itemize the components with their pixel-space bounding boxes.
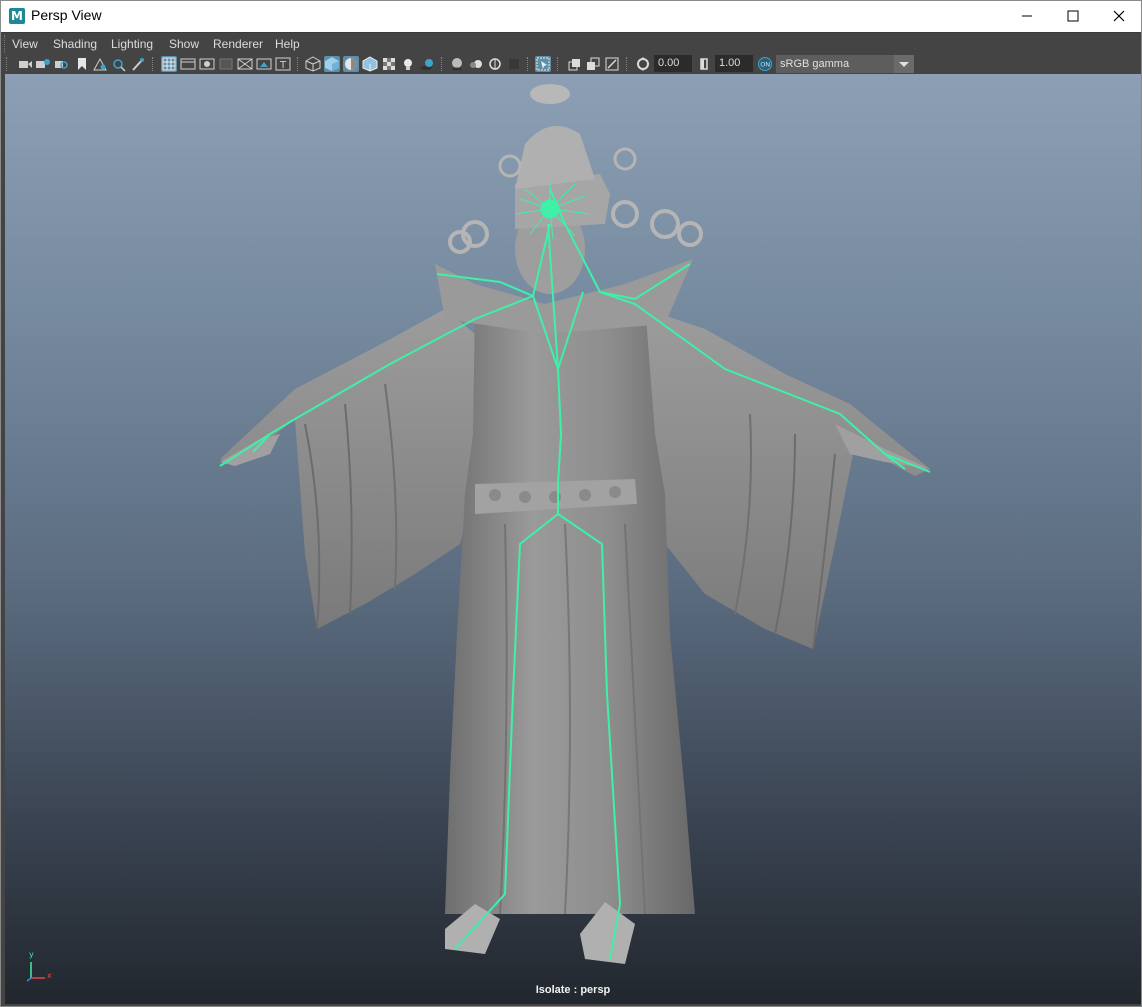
gamma-field[interactable]: 1.00 bbox=[715, 55, 753, 72]
gamma-icon[interactable] bbox=[697, 56, 713, 72]
menu-view[interactable]: View bbox=[12, 37, 38, 51]
panel-menu-bar: View Shading Lighting Show Renderer Help bbox=[1, 32, 1141, 54]
multisample-aa-icon[interactable] bbox=[487, 56, 503, 72]
wireframe-icon[interactable] bbox=[305, 56, 321, 72]
view-axis-indicator: y x bbox=[23, 950, 53, 982]
grid-icon[interactable] bbox=[161, 56, 177, 72]
axis-x-label: x bbox=[47, 971, 52, 980]
use-all-lights-icon[interactable] bbox=[400, 56, 416, 72]
select-camera-icon[interactable] bbox=[17, 56, 33, 72]
isolate-select-icon[interactable] bbox=[535, 56, 551, 72]
title-bar[interactable]: M Persp View bbox=[1, 1, 1141, 32]
panel-toolbar: T 0.00 1.00 ON sRGB gamma bbox=[1, 54, 1141, 74]
axis-y-label: y bbox=[29, 950, 34, 959]
menu-show[interactable]: Show bbox=[169, 37, 199, 51]
minimize-button[interactable] bbox=[1004, 1, 1050, 32]
close-icon bbox=[1113, 10, 1125, 22]
window-title: Persp View bbox=[31, 7, 102, 23]
image-plane-icon[interactable] bbox=[92, 56, 108, 72]
backface-culling-icon[interactable] bbox=[604, 56, 620, 72]
chevron-down-icon bbox=[899, 62, 909, 67]
shadows-icon[interactable] bbox=[419, 56, 435, 72]
camera-attributes-icon[interactable] bbox=[35, 56, 51, 72]
head-and-hat bbox=[448, 84, 703, 294]
right-sleeve bbox=[635, 309, 930, 650]
pan-zoom-icon[interactable] bbox=[130, 56, 146, 72]
resolution-gate-icon[interactable] bbox=[199, 56, 215, 72]
menu-renderer[interactable]: Renderer bbox=[213, 37, 263, 51]
film-gate-icon[interactable] bbox=[180, 56, 196, 72]
toolbar-grip bbox=[6, 57, 8, 71]
bookmarks-icon[interactable] bbox=[53, 56, 69, 72]
menubar-grip bbox=[4, 35, 6, 53]
maximize-button[interactable] bbox=[1050, 1, 1096, 32]
bookmark-icon[interactable] bbox=[74, 56, 90, 72]
grease-pencil-icon[interactable] bbox=[111, 56, 127, 72]
hud-isolate-label: Isolate : persp bbox=[535, 984, 611, 996]
toolbar-separator bbox=[297, 57, 299, 71]
default-material-icon[interactable] bbox=[343, 56, 359, 72]
color-space-dropdown[interactable]: sRGB gamma bbox=[776, 55, 914, 73]
exposure-field[interactable]: 0.00 bbox=[654, 55, 692, 72]
dropdown-arrow bbox=[894, 55, 914, 73]
toolbar-separator bbox=[441, 57, 443, 71]
persp-viewport[interactable]: y x Isolate : persp bbox=[5, 74, 1141, 1004]
exposure-icon[interactable] bbox=[635, 56, 651, 72]
smooth-shade-icon[interactable] bbox=[324, 56, 340, 72]
minimize-icon bbox=[1022, 15, 1032, 17]
persp-view-window: M Persp View View Shading Lighting Show … bbox=[0, 0, 1142, 1007]
xray-active-components-icon[interactable] bbox=[585, 56, 601, 72]
close-button[interactable] bbox=[1096, 1, 1142, 32]
color-space-label: sRGB gamma bbox=[780, 58, 850, 70]
color-management-icon[interactable]: ON bbox=[757, 56, 773, 72]
toolbar-separator bbox=[626, 57, 628, 71]
gate-mask-icon[interactable] bbox=[218, 56, 234, 72]
menu-lighting[interactable]: Lighting bbox=[111, 37, 153, 51]
field-chart-icon[interactable] bbox=[237, 56, 253, 72]
menu-help[interactable]: Help bbox=[275, 37, 300, 51]
safe-action-icon[interactable] bbox=[256, 56, 272, 72]
depth-of-field-icon[interactable] bbox=[506, 56, 522, 72]
toolbar-separator bbox=[527, 57, 529, 71]
menu-shading[interactable]: Shading bbox=[53, 37, 97, 51]
svg-text:T: T bbox=[279, 60, 287, 71]
toolbar-separator bbox=[557, 57, 559, 71]
left-sleeve bbox=[220, 309, 485, 630]
toolbar-separator bbox=[152, 57, 154, 71]
motion-blur-icon[interactable] bbox=[468, 56, 484, 72]
maximize-icon bbox=[1067, 10, 1079, 22]
xray-joints-icon[interactable] bbox=[566, 56, 582, 72]
xray-icon[interactable] bbox=[381, 56, 397, 72]
character-model bbox=[219, 84, 931, 964]
svg-text:ON: ON bbox=[760, 61, 770, 69]
maya-logo-icon: M bbox=[9, 8, 25, 24]
safe-title-icon[interactable]: T bbox=[275, 56, 291, 72]
screen-space-ao-icon[interactable] bbox=[449, 56, 465, 72]
wireframe-on-shaded-icon[interactable] bbox=[362, 56, 378, 72]
